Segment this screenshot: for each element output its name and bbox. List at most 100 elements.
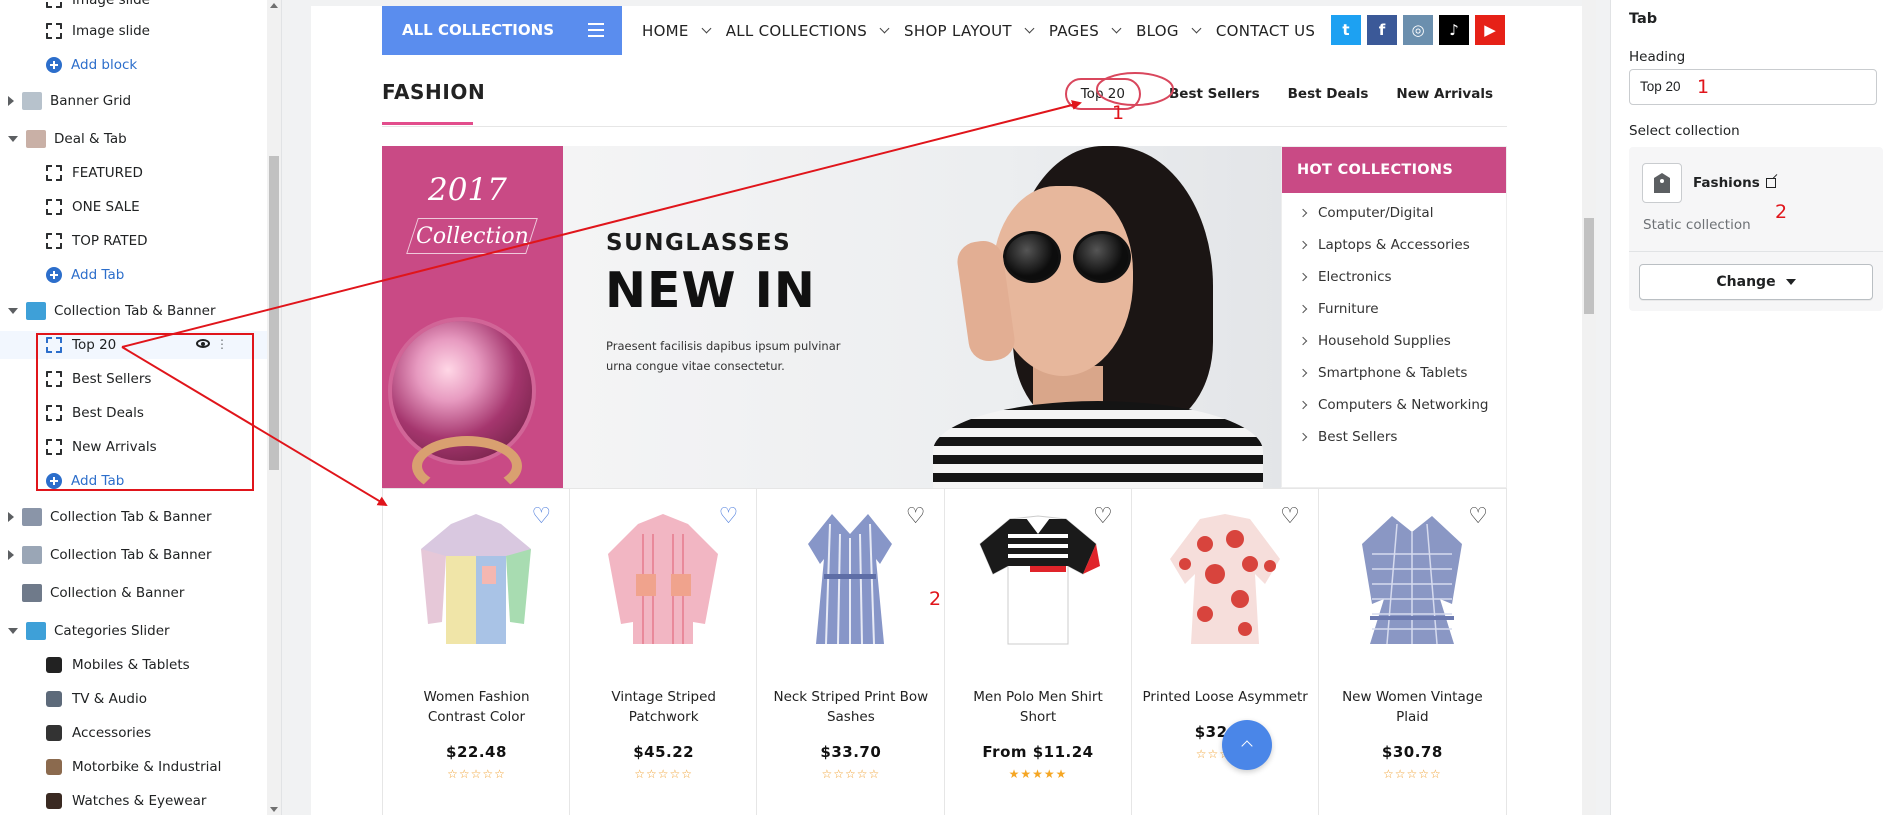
collection-name-link[interactable]: Fashions [1693, 175, 1776, 191]
block-item-image-slide[interactable]: Image slide [0, 0, 268, 14]
nav-item-blog[interactable]: BLOG [1136, 22, 1202, 40]
add-add-tab[interactable]: Add Tab [0, 467, 268, 495]
nav-item-home[interactable]: HOME [642, 22, 712, 40]
section-item-banner-grid[interactable]: Banner Grid [0, 87, 268, 115]
change-collection-button[interactable]: Change [1639, 264, 1873, 300]
product-name[interactable]: Neck Striped Print Bow Sashes [767, 687, 934, 727]
nav-item-label: ALL COLLECTIONS [725, 21, 868, 40]
product-name[interactable]: Vintage Striped Patchwork [580, 687, 747, 727]
nav-item-all-collections[interactable]: ALL COLLECTIONS [725, 21, 890, 40]
tree-item-label: Watches & Eyewear [72, 793, 207, 809]
product-image[interactable] [1155, 504, 1295, 654]
block-item-tv-audio[interactable]: TV & Audio [0, 685, 268, 713]
twitter-icon[interactable]: t [1331, 15, 1361, 45]
scroll-up-arrow-icon[interactable] [270, 3, 278, 8]
caret-down-icon[interactable] [8, 308, 18, 314]
caret-right-icon[interactable] [8, 550, 14, 560]
tree-item-label: Deal & Tab [54, 131, 127, 147]
hot-collections-panel: HOT COLLECTIONS Computer/Digital Laptops … [1281, 146, 1507, 488]
caret-down-icon[interactable] [8, 136, 18, 142]
product-image[interactable] [968, 504, 1108, 654]
block-item-featured[interactable]: FEATURED [0, 159, 268, 187]
product-image[interactable] [1342, 504, 1482, 654]
add-add-block[interactable]: Add block [0, 51, 268, 79]
block-item-motorbike-industrial[interactable]: Motorbike & Industrial [0, 753, 268, 781]
product-name[interactable]: Women Fashion Contrast Color [393, 687, 560, 727]
block-item-best-sellers[interactable]: Best Sellers [0, 365, 268, 393]
nav-item-contact-us[interactable]: CONTACT US [1216, 22, 1315, 40]
tab-best-sellers[interactable]: Best Sellers [1169, 86, 1260, 102]
block-item-top-rated[interactable]: TOP RATED [0, 227, 268, 255]
product-card[interactable]: ♡ Vintage Striped Patchwork $45.22 ☆☆☆☆☆ [570, 489, 758, 815]
tab-best-deals[interactable]: Best Deals [1288, 86, 1369, 102]
hot-collection-item[interactable]: Laptops & Accessories [1282, 229, 1506, 261]
hot-collection-item[interactable]: Best Sellers [1282, 421, 1506, 453]
tab-new-arrivals[interactable]: New Arrivals [1396, 86, 1493, 102]
hot-collection-item[interactable]: Computers & Networking [1282, 389, 1506, 421]
preview-scroll-thumb[interactable] [1584, 218, 1594, 314]
title-underline [382, 122, 473, 125]
product-name[interactable]: Printed Loose Asymmetr [1142, 687, 1309, 707]
caret-right-icon[interactable] [8, 512, 14, 522]
block-item-best-deals[interactable]: Best Deals [0, 399, 268, 427]
heading-input[interactable]: Top 20 [1629, 69, 1877, 105]
block-item-new-arrivals[interactable]: New Arrivals [0, 433, 268, 461]
chevron-right-icon [1298, 272, 1308, 282]
all-collections-button[interactable]: ALL COLLECTIONS [382, 6, 622, 55]
preview-scrollbar[interactable] [1582, 0, 1596, 815]
hot-collection-item[interactable]: Smartphone & Tablets [1282, 357, 1506, 389]
add-add-tab[interactable]: Add Tab [0, 261, 268, 289]
block-item-accessories[interactable]: Accessories [0, 719, 268, 747]
youtube-icon[interactable]: ▶ [1475, 15, 1505, 45]
section-thumbnail-icon [22, 508, 42, 526]
tab-top-20[interactable]: Top 20 [1064, 78, 1141, 110]
hot-collection-label: Best Sellers [1318, 429, 1398, 445]
sidebar-scrollbar[interactable] [267, 0, 281, 815]
product-image[interactable] [593, 504, 733, 654]
instagram-icon[interactable]: ◎ [1403, 15, 1433, 45]
annotation-number-1-panel: 1 [1697, 76, 1710, 98]
hot-collection-item[interactable]: Computer/Digital [1282, 197, 1506, 229]
block-item-image-slide[interactable]: Image slide [0, 17, 268, 45]
section-item-collection-tab-banner[interactable]: Collection Tab & Banner [0, 297, 268, 325]
product-card[interactable]: ♡ Men Polo Men Shirt Short From $11.24 ★★★★… [945, 489, 1132, 815]
product-card[interactable]: ♡ New Women Vintage Plaid $30.78 ☆☆☆☆☆ [1319, 489, 1506, 815]
caret-down-icon[interactable] [8, 628, 18, 634]
section-item-deal-tab[interactable]: Deal & Tab [0, 125, 268, 153]
facebook-icon[interactable]: f [1367, 15, 1397, 45]
block-item-one-sale[interactable]: ONE SALE [0, 193, 268, 221]
product-price: $33.70 [820, 743, 882, 761]
eye-icon[interactable] [196, 339, 210, 348]
product-card[interactable]: ♡ Neck Striped Print Bow Sashes $33.70 ☆☆☆☆… [757, 489, 945, 815]
block-item-mobiles-tablets[interactable]: Mobiles & Tablets [0, 651, 268, 679]
product-name[interactable]: New Women Vintage Plaid [1329, 687, 1496, 727]
section-item-collection-tab-banner[interactable]: Collection Tab & Banner [0, 503, 268, 531]
back-to-top-button[interactable] [1222, 720, 1272, 770]
block-icon [46, 165, 62, 181]
hot-collection-item[interactable]: Household Supplies [1282, 325, 1506, 357]
product-image[interactable] [406, 504, 546, 654]
section-item-collection-banner[interactable]: Collection & Banner [0, 579, 268, 607]
block-icon [46, 405, 62, 421]
nav-item-shop-layout[interactable]: SHOP LAYOUT [904, 22, 1035, 40]
caret-right-icon[interactable] [8, 96, 14, 106]
scroll-down-arrow-icon[interactable] [270, 807, 278, 812]
nav-item-pages[interactable]: PAGES [1049, 22, 1122, 40]
product-image[interactable] [780, 504, 920, 654]
banner-side-panel[interactable]: 2017 Collection [382, 146, 563, 488]
tree-item-label: Categories Slider [54, 623, 170, 639]
product-card[interactable]: ♡Printed Loose Asymmetr$32.34☆☆☆☆☆ [1132, 489, 1319, 815]
tiktok-icon[interactable]: ♪ [1439, 15, 1469, 45]
product-name[interactable]: Men Polo Men Shirt Short [955, 687, 1122, 727]
sidebar-scroll-thumb[interactable] [269, 156, 279, 470]
more-options-icon[interactable]: ⋮ [216, 337, 228, 351]
hot-collection-item[interactable]: Furniture [1282, 293, 1506, 325]
block-item-top-20[interactable]: Top 20 ⋮ [0, 331, 268, 359]
product-card[interactable]: ♡ Women Fashion Contrast Color $22.48 ☆☆☆☆☆ [383, 489, 571, 815]
hot-collection-item[interactable]: Electronics [1282, 261, 1506, 293]
block-item-watches-eyewear[interactable]: Watches & Eyewear [0, 787, 268, 815]
hot-collection-label: Computer/Digital [1318, 205, 1434, 221]
section-item-categories-slider[interactable]: Categories Slider [0, 617, 268, 645]
section-item-collection-tab-banner[interactable]: Collection Tab & Banner [0, 541, 268, 569]
banner-main-image[interactable]: SUNGLASSES NEW IN Praesent facilisis dap… [563, 146, 1281, 488]
